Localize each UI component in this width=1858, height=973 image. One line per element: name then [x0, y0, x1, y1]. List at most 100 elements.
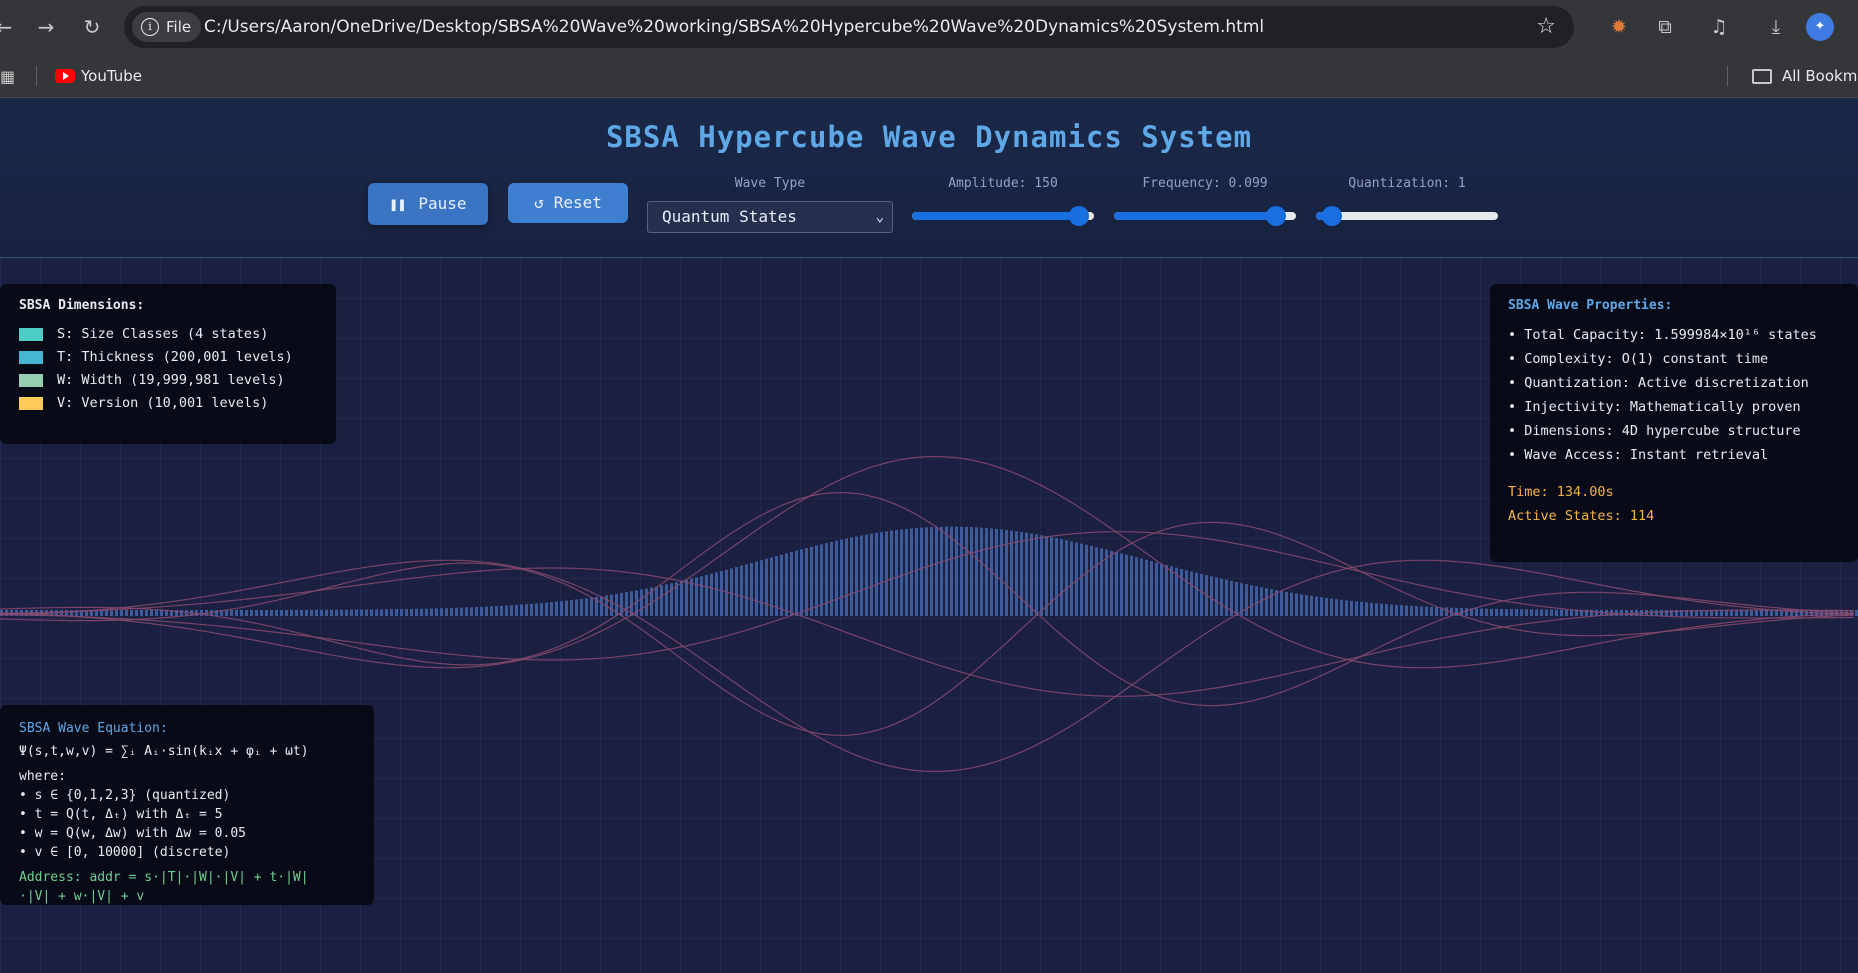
site-info-chip[interactable]: i File [132, 12, 202, 42]
wave-type-label: Wave Type [734, 176, 806, 191]
quantized-bar [1445, 607, 1448, 616]
quantized-bar [1150, 561, 1153, 616]
reset-label: Reset [553, 193, 602, 212]
all-bookmarks-button[interactable]: All Bookma [1782, 54, 1858, 98]
quantized-bar [1225, 579, 1228, 616]
quantized-bar [1110, 550, 1113, 616]
dimension-item-w: W: Width (19,999,981 levels) [19, 369, 336, 392]
quantized-bar [1620, 609, 1623, 616]
quantized-bar [385, 609, 388, 616]
quantized-bar [125, 609, 128, 616]
quantization-slider[interactable] [1316, 206, 1498, 226]
quantized-bar [440, 608, 443, 616]
quantized-bar [940, 526, 943, 616]
media-control-icon[interactable]: ♫ [1703, 12, 1735, 42]
reset-icon: ↺ [534, 193, 544, 212]
quantized-bar [825, 543, 828, 616]
property-item: • Quantization: Active discretization [1508, 375, 1809, 391]
quantized-bar [1755, 609, 1758, 616]
slider-thumb[interactable] [1069, 206, 1090, 226]
quantized-bar [1100, 548, 1103, 616]
quantized-bar [610, 594, 613, 616]
quantized-bar [290, 609, 293, 616]
reset-button[interactable]: ↺ Reset [508, 183, 628, 223]
quantized-bar [65, 609, 68, 616]
bookmark-youtube[interactable]: YouTube [81, 54, 142, 98]
quantized-bar [275, 609, 278, 616]
quantized-bar [895, 530, 898, 616]
quantized-bar [305, 609, 308, 616]
properties-title: SBSA Wave Properties: [1508, 298, 1673, 313]
quantized-bar [395, 609, 398, 616]
quantized-bar [1065, 540, 1068, 616]
quantized-bar [590, 597, 593, 616]
quantized-bar [780, 554, 783, 616]
apps-grid-icon[interactable]: ▦ [0, 67, 15, 86]
url-text[interactable]: C:/Users/Aaron/OneDrive/Desktop/SBSA%20W… [204, 6, 1264, 48]
frequency-slider[interactable] [1114, 206, 1296, 226]
property-item: • Total Capacity: 1.599984×10¹⁶ states [1508, 327, 1817, 343]
download-icon[interactable]: ⤓ [1760, 12, 1792, 42]
quantized-bar [785, 553, 788, 616]
bookmark-separator [1727, 66, 1728, 86]
quantized-bar [755, 561, 758, 616]
quantized-bar [920, 527, 923, 616]
frequency-label: Frequency: 0.099 [1142, 176, 1268, 191]
quantized-bar [1385, 604, 1388, 616]
quantized-bar [280, 609, 283, 616]
amplitude-slider[interactable] [912, 206, 1094, 226]
amplitude-label: Amplitude: 150 [948, 176, 1058, 191]
fox-extension-icon[interactable]: ✹ [1603, 12, 1635, 42]
quantized-bar [855, 536, 858, 616]
quantized-bar [1255, 586, 1258, 616]
quantized-bar [485, 606, 488, 616]
quantized-bar [1330, 598, 1333, 616]
quantized-bar [840, 539, 843, 616]
forward-icon[interactable]: → [30, 12, 62, 42]
quantized-bar [845, 538, 848, 616]
quantized-bar [1665, 609, 1668, 616]
browser-toolbar: ← → ↻ i File C:/Users/Aaron/OneDrive/Des… [0, 0, 1858, 54]
quantized-bar [655, 586, 658, 616]
extensions-puzzle-icon[interactable]: ⧉ [1649, 12, 1681, 42]
quantized-bar [530, 603, 533, 616]
reload-icon[interactable]: ↻ [76, 12, 108, 42]
quantized-bar [1265, 588, 1268, 616]
quantized-bar [1290, 592, 1293, 616]
wave-canvas[interactable]: SBSA Dimensions: S: Size Classes (4 stat… [0, 258, 1858, 973]
quantized-bar [1015, 531, 1018, 616]
quantized-bar [1730, 609, 1733, 616]
quantized-bar [835, 540, 838, 616]
slider-thumb[interactable] [1265, 206, 1286, 226]
quantized-bar [240, 609, 243, 616]
bookmark-separator [36, 66, 37, 86]
property-item: • Injectivity: Mathematically proven [1508, 399, 1801, 415]
quantized-bar [105, 609, 108, 616]
quantized-bar [1375, 603, 1378, 616]
quantized-bar [360, 609, 363, 616]
profile-avatar[interactable]: ✦ [1806, 13, 1834, 41]
bookmark-star-icon[interactable]: ☆ [1536, 6, 1556, 48]
quantized-bar [400, 609, 403, 616]
quantized-bar [480, 606, 483, 616]
quantized-bar [260, 609, 263, 616]
quantized-bar [1760, 609, 1763, 616]
quantized-bar [1565, 609, 1568, 616]
quantized-bar [950, 526, 953, 616]
quantized-bar [680, 580, 683, 616]
address-bar[interactable]: i File C:/Users/Aaron/OneDrive/Desktop/S… [124, 6, 1574, 48]
wave-type-select[interactable]: Quantum States ⌄ [647, 201, 893, 233]
quantized-bar [1215, 577, 1218, 616]
quantized-bar [265, 609, 268, 616]
pause-button[interactable]: ❚❚ Pause [368, 183, 488, 225]
quantized-bar [750, 562, 753, 616]
quantized-bar [330, 609, 333, 616]
quantized-bar [1410, 605, 1413, 616]
back-icon[interactable]: ← [0, 12, 20, 42]
quantized-bar [270, 609, 273, 616]
quantized-bar [1160, 563, 1163, 616]
quantized-bar [1420, 606, 1423, 616]
quantized-bar [160, 609, 163, 616]
slider-thumb[interactable] [1322, 206, 1343, 226]
quantized-bar [1475, 608, 1478, 616]
